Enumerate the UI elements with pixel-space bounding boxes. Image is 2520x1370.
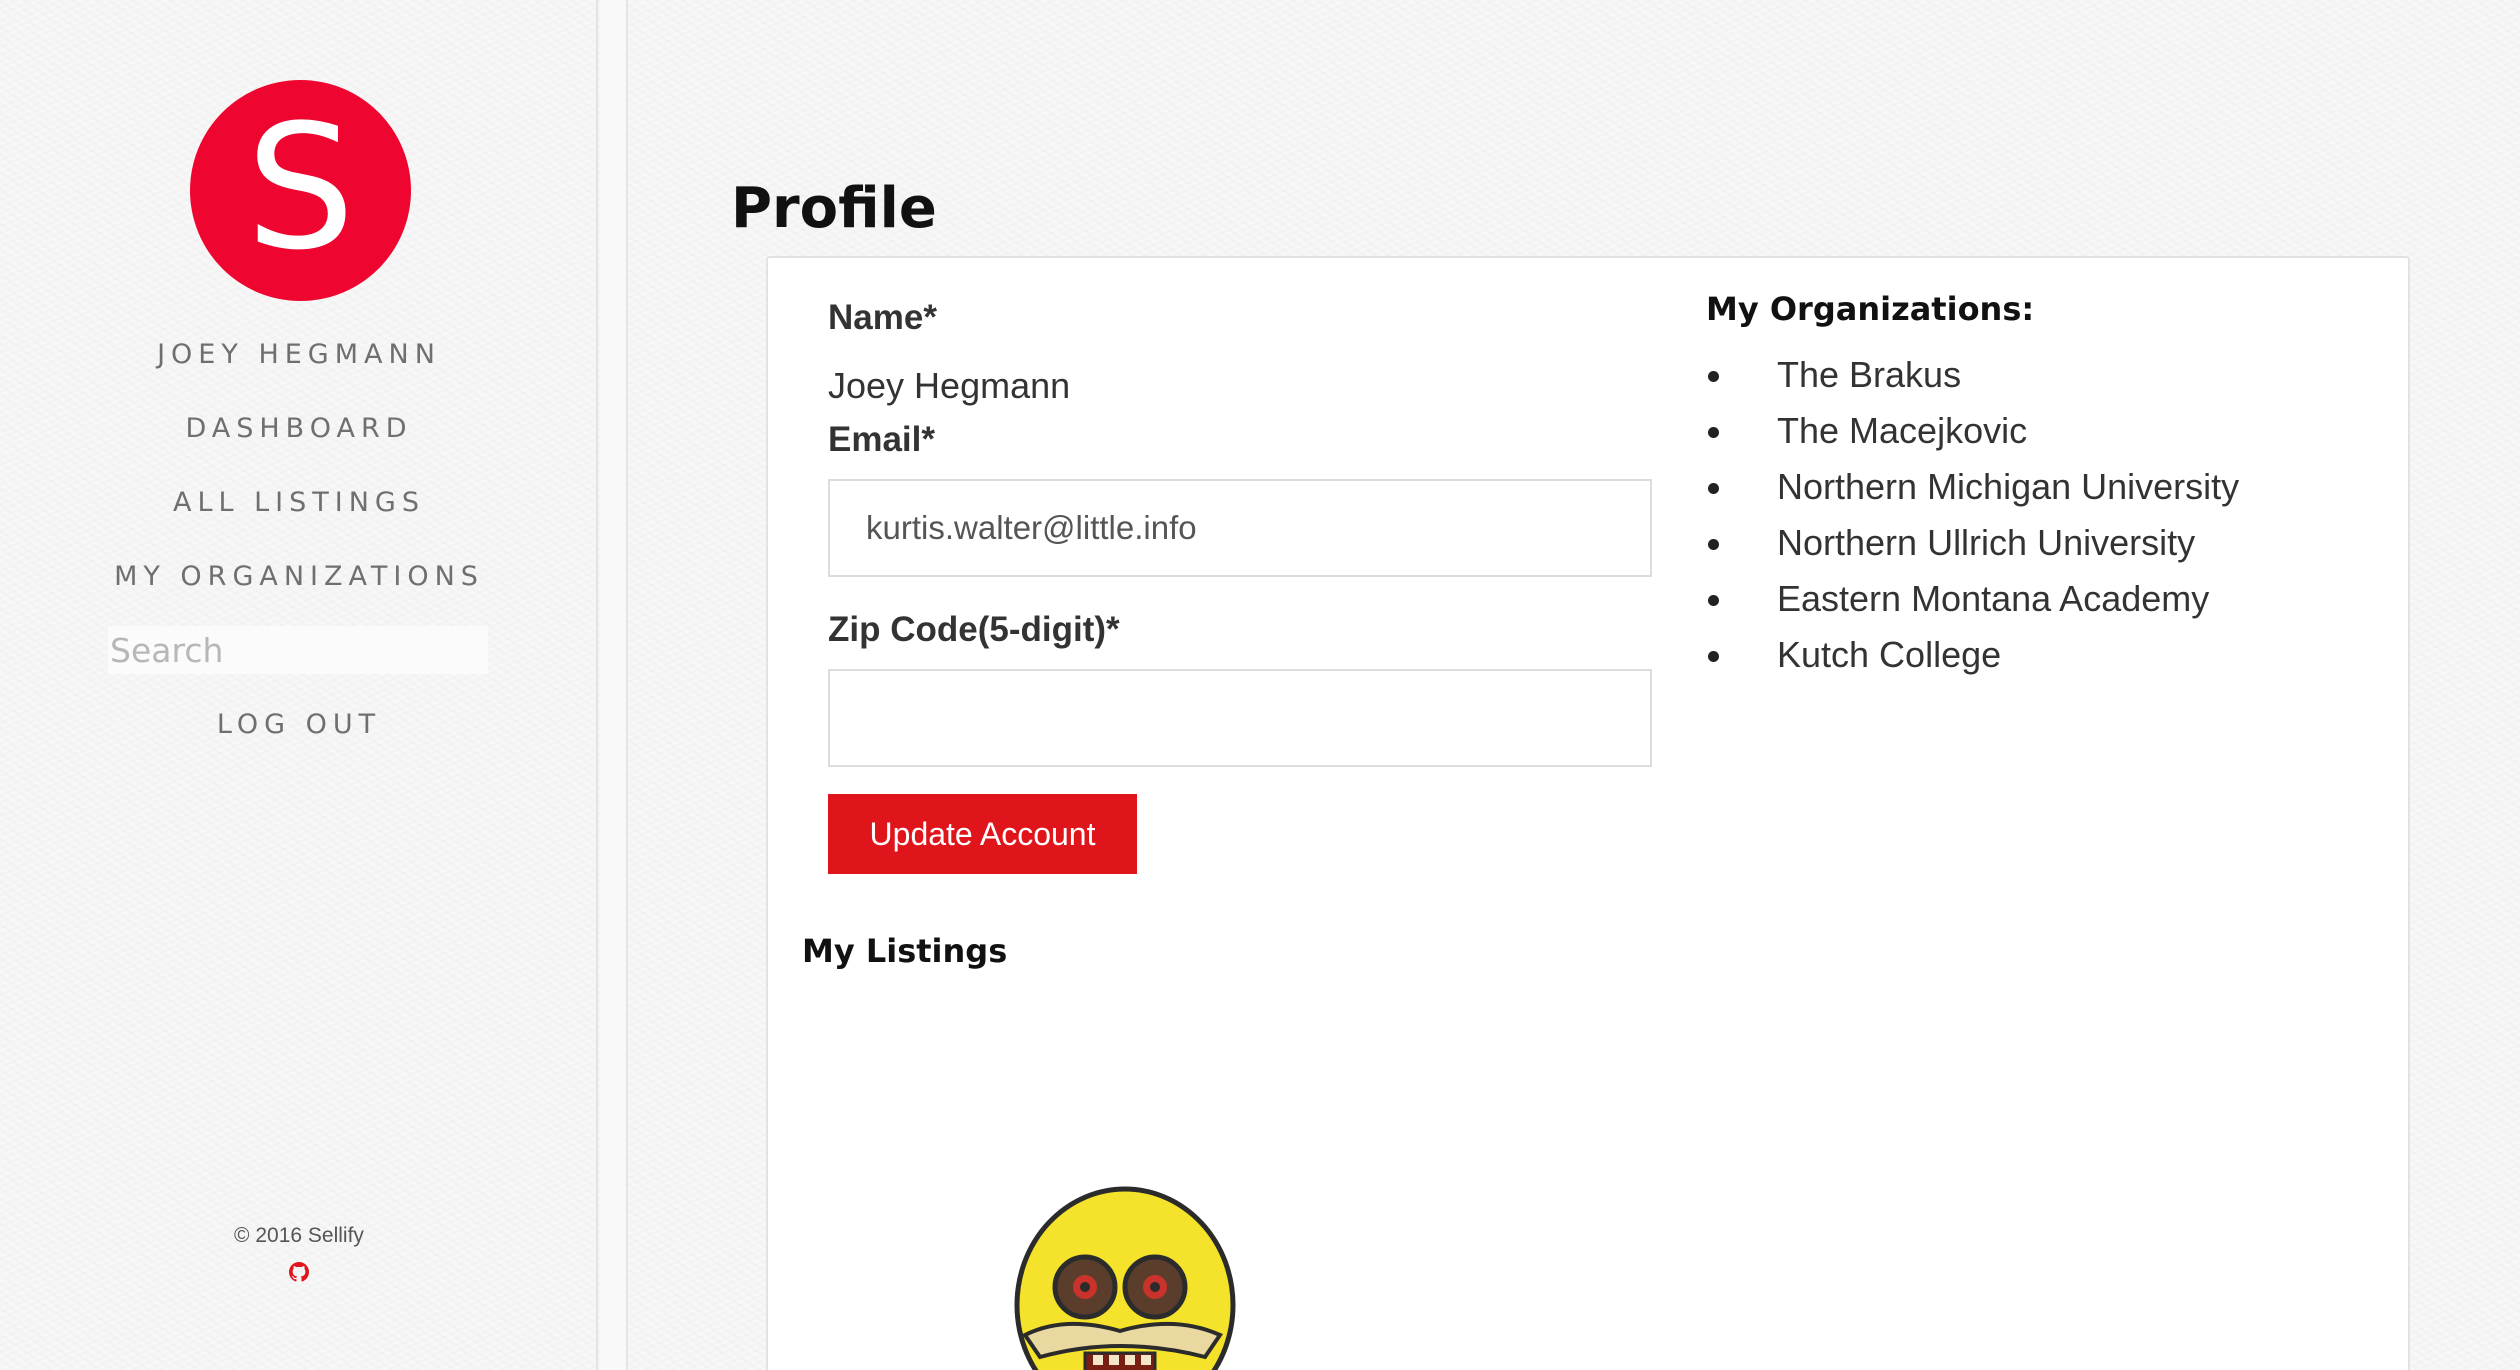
nav-log-out[interactable]: LOG OUT [0, 709, 598, 740]
nav-my-organizations[interactable]: MY ORGANIZATIONS [0, 561, 598, 592]
email-field[interactable] [828, 479, 1652, 577]
nav-dashboard[interactable]: DASHBOARD [0, 413, 598, 444]
name-value: Joey Hegmann [828, 365, 1071, 406]
bullet-icon [1708, 595, 1719, 606]
listing-image[interactable] [1005, 1185, 1237, 1370]
bullet-icon [1708, 371, 1719, 382]
bullet-icon [1708, 483, 1719, 494]
logo-letter: S [245, 86, 356, 288]
bullet-icon [1708, 427, 1719, 438]
zip-code-field[interactable] [828, 669, 1652, 767]
zip-code-label: Zip Code(5-digit)* [828, 610, 1120, 649]
github-icon[interactable] [289, 1262, 309, 1282]
name-label: Name* [828, 298, 937, 337]
bullet-icon [1708, 539, 1719, 550]
bullet-icon [1708, 651, 1719, 662]
nav-all-listings[interactable]: ALL LISTINGS [0, 487, 598, 518]
my-listings-heading: My Listings [802, 932, 1008, 970]
search-input[interactable] [108, 626, 488, 674]
nav-user-name[interactable]: JOEY HEGMANN [0, 339, 598, 370]
sidebar: S JOEY HEGMANN DASHBOARD ALL LISTINGS MY… [0, 0, 598, 1370]
footer-copyright: © 2016 Sellify [234, 1224, 364, 1247]
sidebar-separator [600, 0, 628, 1370]
organizations-heading: My Organizations: [1706, 290, 2035, 328]
sellify-logo[interactable]: S [190, 80, 411, 301]
update-account-button[interactable]: Update Account [828, 794, 1137, 874]
email-label: Email* [828, 420, 935, 459]
page-title: Profile [731, 176, 937, 241]
